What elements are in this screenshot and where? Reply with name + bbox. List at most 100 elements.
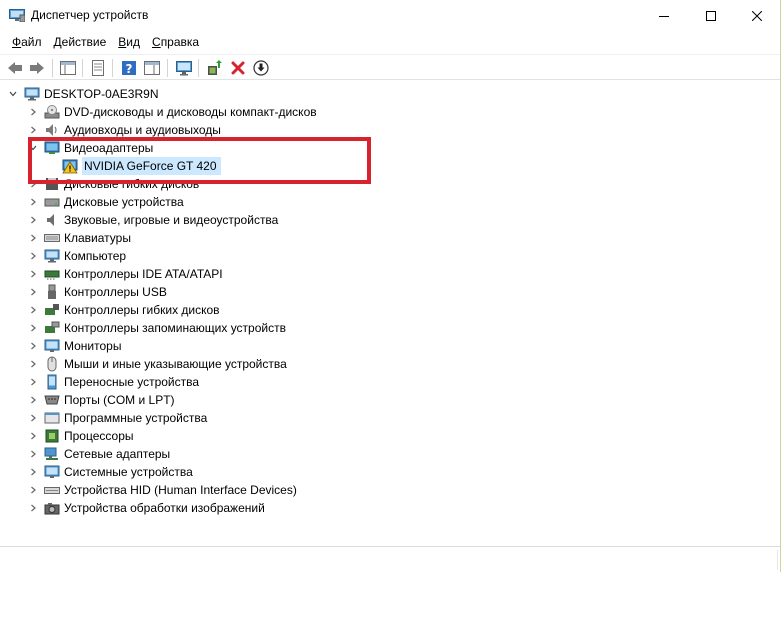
tree-item[interactable]: Устройства HID (Human Interface Devices) [28, 481, 297, 499]
tree-item[interactable]: Процессоры [28, 427, 134, 445]
chevron-down-icon[interactable] [8, 85, 18, 103]
forward-button[interactable] [27, 58, 47, 78]
tree-item[interactable]: Контроллеры запоминающих устройств [28, 319, 286, 337]
minimize-button[interactable] [641, 0, 687, 31]
uninstall-x-icon [231, 61, 245, 75]
scan-hardware-button[interactable] [174, 58, 194, 78]
minimize-icon [659, 15, 669, 17]
computer-icon [24, 86, 40, 102]
device-manager-window: Диспетчер устройств Файл Действие Вид Сп… [0, 0, 781, 572]
computer-icon [44, 248, 60, 264]
tree-item-label: Клавиатуры [64, 231, 131, 245]
menu-file[interactable]: Файл [6, 33, 48, 51]
tree-root[interactable]: DESKTOP-0AE3R9N [8, 85, 159, 103]
chevron-right-icon[interactable] [28, 409, 38, 427]
chevron-right-icon[interactable] [28, 337, 38, 355]
software-device-icon [44, 410, 60, 426]
tree-item[interactable]: Мониторы [28, 337, 121, 355]
title-bar[interactable]: Диспетчер устройств [0, 0, 780, 31]
tree-item[interactable]: Дисковые устройства [28, 193, 184, 211]
menu-view-rest: ид [126, 35, 141, 49]
hid-icon [44, 482, 60, 498]
download-icon [253, 60, 269, 76]
tree-item[interactable]: DVD-дисководы и дисководы компакт-дисков [28, 103, 317, 121]
tree-root-label: DESKTOP-0AE3R9N [44, 87, 159, 101]
tree-item[interactable]: Сетевые адаптеры [28, 445, 170, 463]
tree-item[interactable]: Клавиатуры [28, 229, 131, 247]
chevron-right-icon[interactable] [28, 481, 38, 499]
download-driver-button[interactable] [251, 58, 271, 78]
menu-bar: Файл Действие Вид Справка [0, 33, 780, 52]
update-driver-button[interactable] [205, 58, 225, 78]
toolbar-separator [52, 59, 53, 77]
console-tree-button[interactable] [58, 58, 78, 78]
monitor-scan-icon [176, 61, 192, 76]
chevron-right-icon[interactable] [28, 445, 38, 463]
monitor-icon [44, 338, 60, 354]
tree-item[interactable]: Порты (COM и LPT) [28, 391, 175, 409]
chevron-right-icon[interactable] [28, 373, 38, 391]
toolbar-separator [198, 59, 199, 77]
properties-button[interactable] [88, 58, 108, 78]
chevron-right-icon[interactable] [28, 427, 38, 445]
chevron-right-icon[interactable] [28, 319, 38, 337]
menu-file-rest: айл [21, 35, 42, 49]
chevron-right-icon[interactable] [28, 355, 38, 373]
tree-item-label: Процессоры [64, 429, 134, 443]
maximize-button[interactable] [688, 0, 734, 31]
tree-item[interactable]: Звуковые, игровые и видеоустройства [28, 211, 278, 229]
device-manager-icon [9, 9, 25, 22]
chevron-right-icon[interactable] [28, 229, 38, 247]
port-icon [44, 392, 60, 408]
console-tree-icon [60, 61, 76, 75]
chevron-right-icon[interactable] [28, 193, 38, 211]
ide-controller-icon [44, 266, 60, 282]
tree-item[interactable]: Контроллеры гибких дисков [28, 301, 220, 319]
chevron-right-icon[interactable] [28, 463, 38, 481]
chevron-right-icon[interactable] [28, 103, 38, 121]
chevron-right-icon[interactable] [28, 301, 38, 319]
tree-item-label: Системные устройства [64, 465, 193, 479]
tree-item-label: DVD-дисководы и дисководы компакт-дисков [64, 105, 317, 119]
show-hide-icon [144, 61, 160, 75]
usb-icon [44, 284, 60, 300]
menu-help[interactable]: Справка [146, 33, 205, 51]
menu-view[interactable]: Вид [112, 33, 146, 51]
show-hide-button[interactable] [142, 58, 162, 78]
tree-item-label: Компьютер [64, 249, 127, 263]
tree-item[interactable]: Контроллеры USB [28, 283, 167, 301]
menu-action[interactable]: Действие [48, 33, 113, 51]
tree-item-label: Контроллеры запоминающих устройств [64, 321, 286, 335]
storage-controller-icon [44, 320, 60, 336]
tree-item[interactable]: Программные устройства [28, 409, 207, 427]
uninstall-button[interactable] [228, 58, 248, 78]
toolbar-separator [167, 59, 168, 77]
system-device-icon [44, 464, 60, 480]
tree-item[interactable]: Компьютер [28, 247, 126, 265]
back-button[interactable] [5, 58, 25, 78]
chevron-right-icon[interactable] [28, 391, 38, 409]
mouse-icon [44, 356, 60, 372]
chevron-right-icon[interactable] [28, 211, 38, 229]
help-button[interactable]: ? [119, 58, 139, 78]
tree-item-label: Контроллеры гибких дисков [64, 303, 220, 317]
tree-item[interactable]: Мыши и иные указывающие устройства [28, 355, 287, 373]
properties-icon [92, 60, 104, 76]
help-icon: ? [122, 61, 136, 76]
processor-icon [44, 428, 60, 444]
chevron-right-icon[interactable] [28, 499, 38, 517]
portable-device-icon [44, 374, 60, 390]
tree-item[interactable]: Устройства обработки изображений [28, 499, 265, 517]
tree-item[interactable]: Контроллеры IDE ATA/ATAPI [28, 265, 223, 283]
tree-item[interactable]: Переносные устройства [28, 373, 199, 391]
svg-text:?: ? [126, 62, 133, 76]
chevron-right-icon[interactable] [28, 283, 38, 301]
tree-item[interactable]: Системные устройства [28, 463, 193, 481]
tree-item-label: Программные устройства [64, 411, 208, 425]
menu-help-accel: С [152, 35, 161, 49]
close-button[interactable] [734, 0, 780, 31]
chevron-right-icon[interactable] [28, 247, 38, 265]
chevron-right-icon[interactable] [28, 265, 38, 283]
menu-help-rest: правка [160, 35, 200, 49]
status-bar [0, 546, 780, 572]
